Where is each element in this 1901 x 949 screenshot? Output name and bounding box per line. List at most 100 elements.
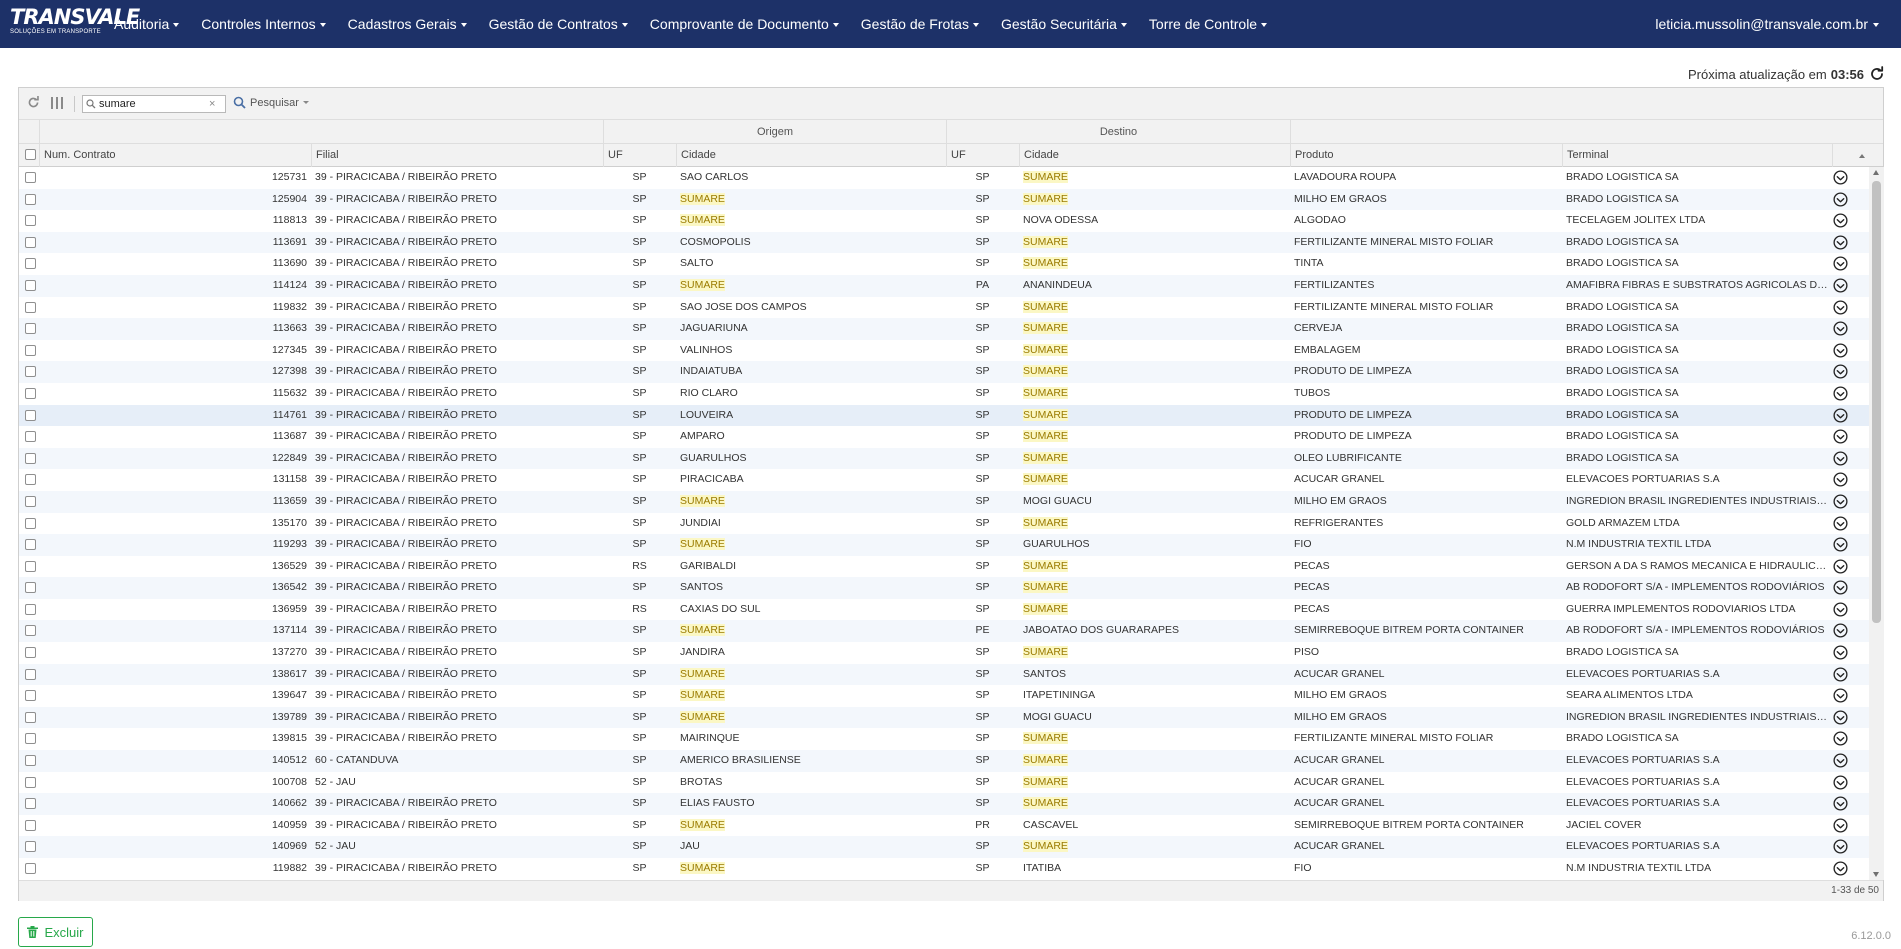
columns-icon[interactable] <box>50 96 64 112</box>
nav-item-torre-de-controle[interactable]: Torre de Controle <box>1138 0 1278 48</box>
row-checkbox[interactable] <box>25 344 36 356</box>
row-checkbox[interactable] <box>25 733 36 745</box>
row-action-icon[interactable] <box>1833 710 1848 725</box>
row-checkbox[interactable] <box>25 215 36 227</box>
table-row[interactable]: 136959 39 - PIRACICABA / RIBEIRÃO PRETO RS… <box>19 599 1869 621</box>
row-checkbox[interactable] <box>25 603 36 615</box>
nav-item-cadastros-gerais[interactable]: Cadastros Gerais <box>337 0 478 48</box>
row-checkbox[interactable] <box>25 841 36 853</box>
row-checkbox[interactable] <box>25 236 36 248</box>
row-action-icon[interactable] <box>1833 364 1848 379</box>
header-cidade-origem[interactable]: Cidade <box>676 144 946 167</box>
table-row[interactable]: 131158 39 - PIRACICABA / RIBEIRÃO PRETO SP… <box>19 469 1869 491</box>
row-action-icon[interactable] <box>1833 559 1848 574</box>
scrollbar-thumb[interactable] <box>1872 181 1881 623</box>
row-checkbox[interactable] <box>25 755 36 767</box>
scroll-up-icon[interactable] <box>1873 170 1879 175</box>
clear-search-icon[interactable]: × <box>209 98 215 110</box>
table-row[interactable]: 127345 39 - PIRACICABA / RIBEIRÃO PRETO SP… <box>19 340 1869 362</box>
table-row[interactable]: 140969 52 - JAU SP JAU SP SUMARE ACUCAR GRANEL… <box>19 836 1869 858</box>
row-checkbox[interactable] <box>25 495 36 507</box>
row-action-icon[interactable] <box>1833 731 1848 746</box>
table-row[interactable]: 122849 39 - PIRACICABA / RIBEIRÃO PRETO SP… <box>19 447 1869 470</box>
row-action-icon[interactable] <box>1833 192 1848 207</box>
row-checkbox[interactable] <box>25 711 36 723</box>
row-action-icon[interactable] <box>1833 623 1848 639</box>
header-terminal[interactable]: Terminal <box>1562 144 1832 167</box>
table-row[interactable]: 135170 39 - PIRACICABA / RIBEIRÃO PRETO SP… <box>19 513 1869 535</box>
table-row[interactable]: 113663 39 - PIRACICABA / RIBEIRÃO PRETO SP… <box>19 318 1869 340</box>
search-button[interactable]: Pesquisar <box>233 96 309 109</box>
row-action-icon[interactable] <box>1833 472 1848 487</box>
row-checkbox[interactable] <box>25 323 36 335</box>
row-checkbox[interactable] <box>25 172 36 183</box>
table-row[interactable]: 139815 39 - PIRACICABA / RIBEIRÃO PRETO SP… <box>19 728 1869 750</box>
row-action-icon[interactable] <box>1833 515 1848 531</box>
table-row[interactable]: 113659 39 - PIRACICABA / RIBEIRÃO PRETO SP… <box>19 490 1869 513</box>
row-checkbox[interactable] <box>25 517 36 529</box>
table-row[interactable]: 127398 39 - PIRACICABA / RIBEIRÃO PRETO SP… <box>19 361 1869 383</box>
row-checkbox[interactable] <box>25 301 36 313</box>
table-row[interactable]: 114761 39 - PIRACICABA / RIBEIRÃO PRETO SP… <box>19 404 1869 427</box>
row-checkbox[interactable] <box>25 366 36 378</box>
row-checkbox[interactable] <box>25 452 36 464</box>
row-action-icon[interactable] <box>1833 796 1848 811</box>
header-uf-origem[interactable]: UF <box>603 144 676 167</box>
row-checkbox[interactable] <box>25 474 36 486</box>
row-action-icon[interactable] <box>1833 494 1848 509</box>
nav-item-controles-internos[interactable]: Controles Internos <box>190 0 336 48</box>
table-row[interactable]: 118813 39 - PIRACICABA / RIBEIRÃO PRETO SP… <box>19 210 1869 232</box>
reload-icon[interactable] <box>27 96 40 112</box>
row-checkbox[interactable] <box>25 776 36 788</box>
transvale-logo[interactable]: TRANSVALE SOLUÇÕES EM TRANSPORTE <box>10 6 140 42</box>
header-produto[interactable]: Produto <box>1290 144 1562 167</box>
table-row[interactable]: 119832 39 - PIRACICABA / RIBEIRÃO PRETO SP… <box>19 297 1869 319</box>
row-action-icon[interactable] <box>1833 300 1848 315</box>
row-action-icon[interactable] <box>1833 386 1848 401</box>
header-cidade-destino[interactable]: Cidade <box>1019 144 1290 167</box>
table-row[interactable]: 139647 39 - PIRACICABA / RIBEIRÃO PRETO SP… <box>19 685 1869 707</box>
row-action-icon[interactable] <box>1833 278 1848 293</box>
row-action-icon[interactable] <box>1833 602 1848 617</box>
table-row[interactable]: 100708 52 - JAU SP BROTAS SP SUMARE ACUCAR GRA… <box>19 772 1869 794</box>
row-action-icon[interactable] <box>1833 818 1848 833</box>
header-actions[interactable] <box>1832 144 1885 167</box>
nav-item-auditoria[interactable]: Auditoria <box>103 0 190 48</box>
table-row[interactable]: 125731 39 - PIRACICABA / RIBEIRÃO PRETO SP… <box>19 167 1869 189</box>
delete-button[interactable]: Excluir <box>18 917 93 947</box>
table-row[interactable]: 125904 39 - PIRACICABA / RIBEIRÃO PRETO SP… <box>19 188 1869 211</box>
table-row[interactable]: 140959 39 - PIRACICABA / RIBEIRÃO PRETO SP… <box>19 815 1869 837</box>
refresh-icon[interactable] <box>1869 66 1885 82</box>
header-uf-destino[interactable]: UF <box>946 144 1019 167</box>
row-checkbox[interactable] <box>25 668 36 680</box>
table-row[interactable]: 137114 39 - PIRACICABA / RIBEIRÃO PRETO SP… <box>19 620 1869 643</box>
row-checkbox[interactable] <box>25 690 36 702</box>
nav-item-gestao-de-contratos[interactable]: Gestão de Contratos <box>478 0 639 48</box>
table-row[interactable]: 138617 39 - PIRACICABA / RIBEIRÃO PRETO SP… <box>19 663 1869 686</box>
table-row[interactable]: 115632 39 - PIRACICABA / RIBEIRÃO PRETO SP… <box>19 383 1869 405</box>
table-row[interactable]: 119293 39 - PIRACICABA / RIBEIRÃO PRETO SP… <box>19 534 1869 556</box>
table-row[interactable]: 113687 39 - PIRACICABA / RIBEIRÃO PRETO SP… <box>19 426 1869 448</box>
row-action-icon[interactable] <box>1833 580 1848 595</box>
user-menu[interactable]: leticia.mussolin@transvale.com.br <box>1655 0 1879 48</box>
vertical-scrollbar[interactable] <box>1869 167 1884 880</box>
row-checkbox[interactable] <box>25 863 36 874</box>
row-checkbox[interactable] <box>25 279 36 291</box>
row-checkbox[interactable] <box>25 819 36 831</box>
row-action-icon[interactable] <box>1833 667 1848 682</box>
table-row[interactable]: 140512 60 - CATANDUVA SP AMERICO BRASILIENS… <box>19 750 1869 772</box>
row-checkbox[interactable] <box>25 647 36 659</box>
row-action-icon[interactable] <box>1833 321 1848 336</box>
row-action-icon[interactable] <box>1833 429 1848 444</box>
row-checkbox[interactable] <box>25 798 36 810</box>
row-checkbox[interactable] <box>25 193 36 205</box>
table-row[interactable]: 137270 39 - PIRACICABA / RIBEIRÃO PRETO SP… <box>19 642 1869 664</box>
nav-item-gestao-securitaria[interactable]: Gestão Securitária <box>990 0 1138 48</box>
table-row[interactable]: 136529 39 - PIRACICABA / RIBEIRÃO PRETO RS… <box>19 556 1869 578</box>
row-action-icon[interactable] <box>1833 537 1848 552</box>
table-row[interactable]: 113690 39 - PIRACICABA / RIBEIRÃO PRETO SP… <box>19 253 1869 275</box>
table-row[interactable]: 136542 39 - PIRACICABA / RIBEIRÃO PRETO SP… <box>19 577 1869 599</box>
row-action-icon[interactable] <box>1833 861 1848 876</box>
row-action-icon[interactable] <box>1833 343 1848 358</box>
select-all-checkbox[interactable] <box>25 149 36 160</box>
